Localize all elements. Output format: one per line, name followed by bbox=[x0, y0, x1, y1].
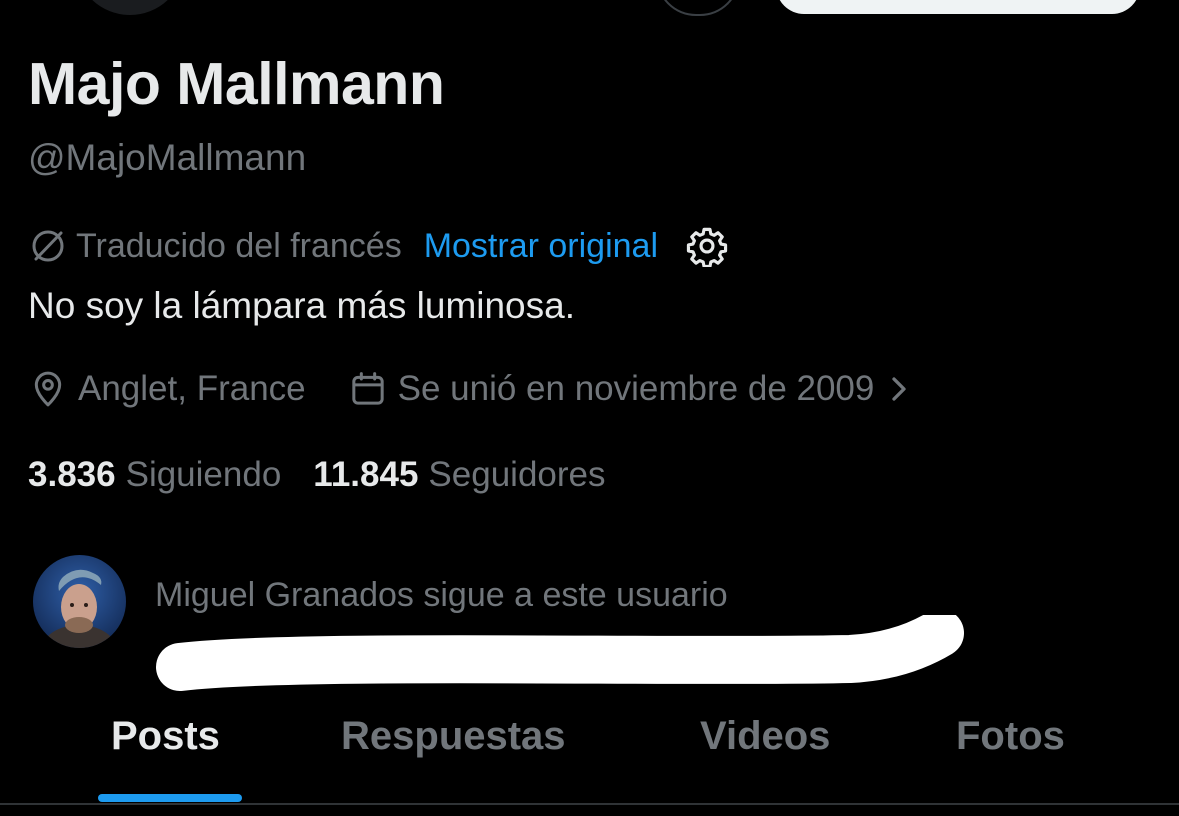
following-label: Siguiendo bbox=[125, 455, 282, 494]
following-count: 3.836 bbox=[28, 455, 116, 494]
tab-posts[interactable]: Posts bbox=[111, 714, 220, 759]
translated-label: Traducido del francés bbox=[76, 226, 402, 265]
followers-link[interactable]: 11.845 Seguidores bbox=[313, 455, 605, 495]
tab-respuestas[interactable]: Respuestas bbox=[341, 714, 566, 759]
location-pin-icon bbox=[34, 371, 62, 407]
tab-fotos[interactable]: Fotos bbox=[956, 714, 1065, 759]
follow-stats: 3.836 Siguiendo 11.845 Seguidores bbox=[28, 452, 606, 498]
display-name: Majo Mallmann bbox=[28, 51, 445, 117]
active-tab-indicator bbox=[98, 794, 242, 802]
profile-avatar[interactable] bbox=[72, 0, 188, 18]
follow-button[interactable] bbox=[776, 0, 1140, 14]
chevron-right-icon[interactable] bbox=[888, 374, 910, 404]
profile-meta-row: Anglet, France Se unió en noviembre de 2… bbox=[28, 366, 910, 412]
location-text: Anglet, France bbox=[78, 369, 306, 408]
more-options-button[interactable] bbox=[656, 0, 740, 16]
user-handle: @MajoMallmann bbox=[28, 137, 307, 178]
profile-bio: No soy la lámpara más luminosa. bbox=[28, 285, 575, 326]
gear-icon[interactable] bbox=[686, 225, 728, 267]
followers-count: 11.845 bbox=[313, 455, 419, 494]
translation-row: Traducido del francés Mostrar original bbox=[28, 224, 728, 268]
tab-videos[interactable]: Videos bbox=[700, 714, 830, 759]
translate-icon bbox=[32, 230, 64, 262]
followers-label: Seguidores bbox=[428, 455, 606, 494]
show-original-link[interactable]: Mostrar original bbox=[424, 227, 658, 266]
followed-by-text: Miguel Granados sigue a este usuario bbox=[155, 576, 728, 614]
tabs-divider bbox=[0, 803, 1179, 805]
calendar-icon bbox=[351, 372, 384, 405]
joined-date: Se unió en noviembre de 2009 bbox=[397, 369, 875, 408]
profile-tabs: Posts Respuestas Videos Fotos bbox=[0, 700, 1179, 804]
follower-avatar[interactable] bbox=[33, 555, 126, 648]
following-link[interactable]: 3.836 Siguiendo bbox=[28, 455, 281, 495]
